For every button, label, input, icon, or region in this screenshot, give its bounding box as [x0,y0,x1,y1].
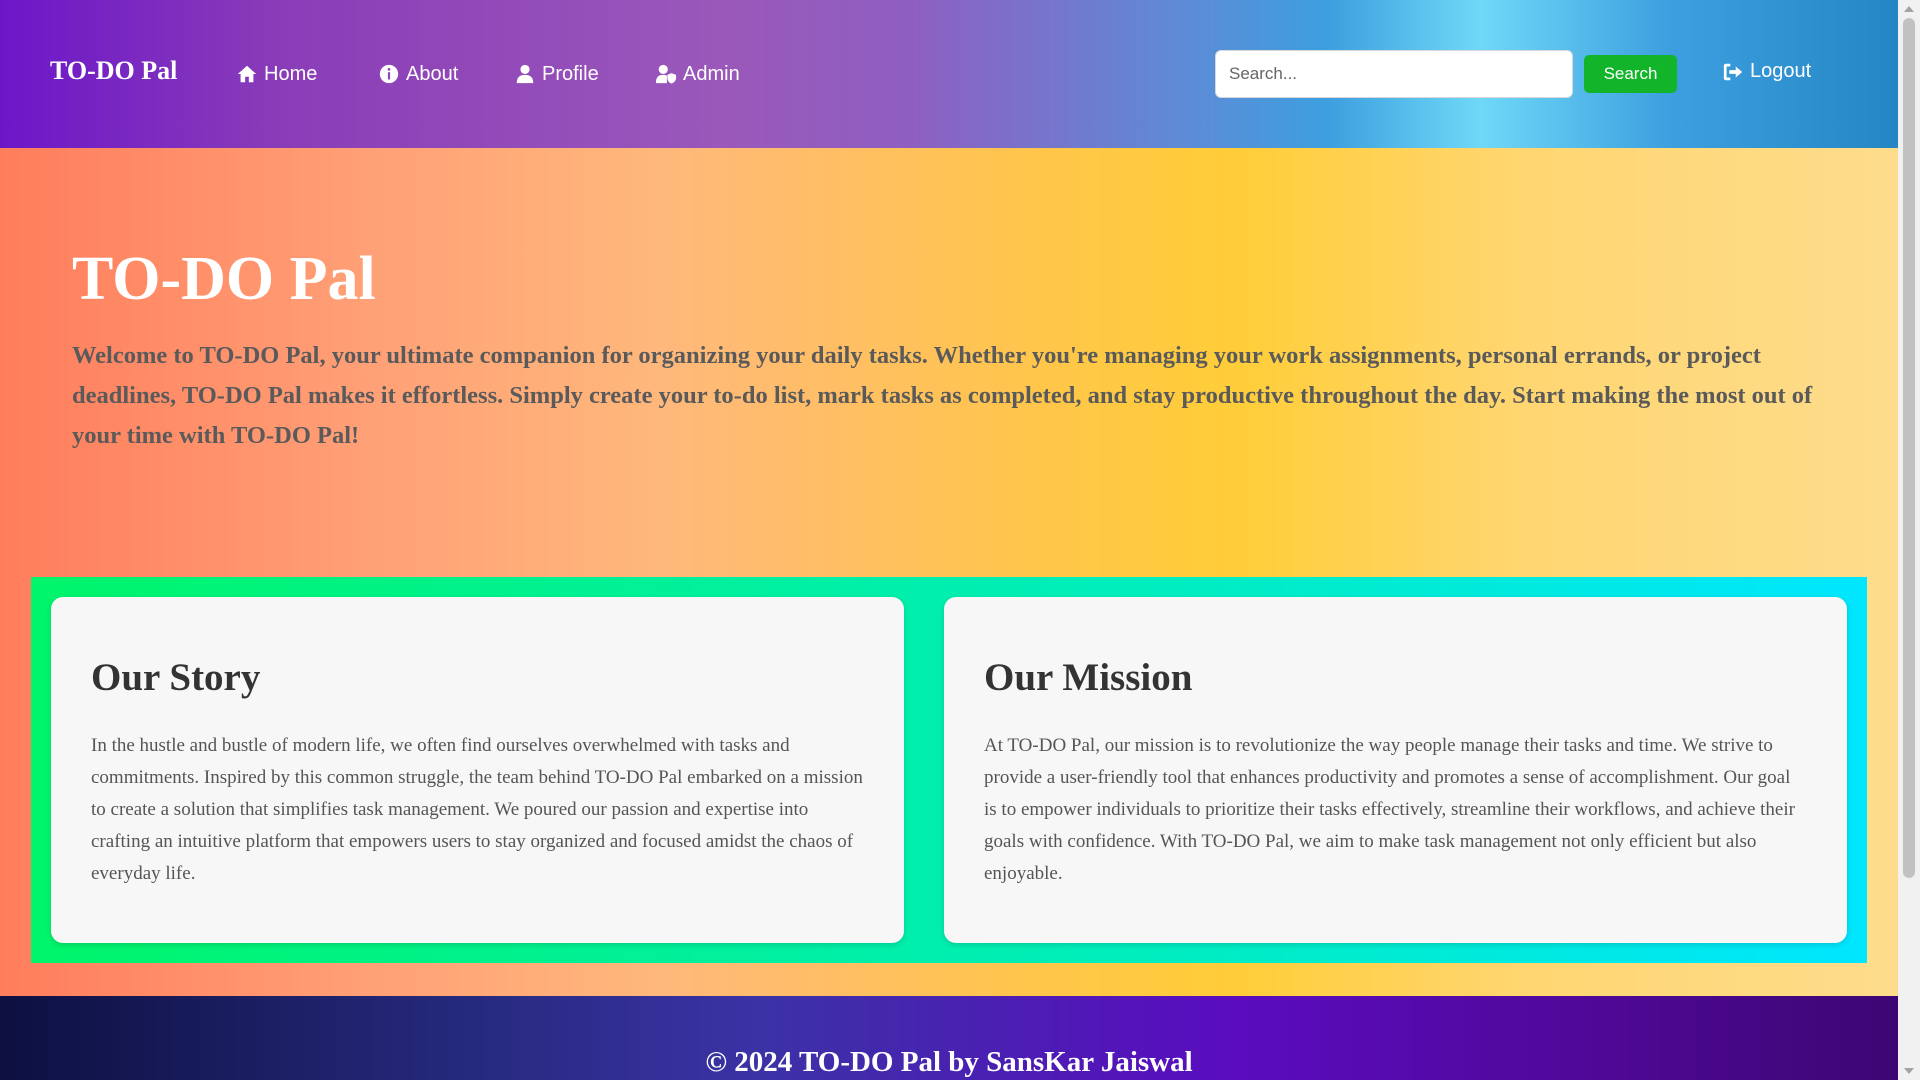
about-cards-band: Our Story In the hustle and bustle of mo… [31,577,1867,963]
top-navbar: TO-DO Pal Home About Profile Admin Searc… [0,0,1898,148]
nav-link-profile-label: Profile [542,62,599,85]
scroll-down-arrow-icon[interactable] [1904,1068,1914,1074]
nav-link-admin[interactable]: Admin [655,60,740,88]
hero-section: TO-DO Pal Welcome to TO-DO Pal, your ult… [0,148,1898,996]
story-card-title: Our Story [91,656,261,699]
logout-icon [1723,63,1743,80]
home-icon [237,65,257,83]
nav-link-home[interactable]: Home [236,60,317,88]
user-icon [516,64,534,84]
scroll-up-arrow-icon[interactable] [1904,6,1914,12]
story-card-text: In the hustle and bustle of modern life,… [91,735,863,884]
nav-link-profile[interactable]: Profile [514,60,599,88]
hero-description: Welcome to TO-DO Pal, your ultimate comp… [72,342,1813,449]
mission-card: Our Mission At TO-DO Pal, our mission is… [944,597,1847,943]
story-card: Our Story In the hustle and bustle of mo… [51,597,904,943]
footer-copyright: © 2024 TO-DO Pal by SansKar Jaiswal [705,1046,1193,1078]
nav-link-home-label: Home [264,62,318,85]
search-button[interactable]: Search [1584,55,1677,93]
user-shield-icon [655,64,677,84]
info-icon [379,64,399,84]
logout-link[interactable]: Logout [1722,60,1811,83]
mission-card-text: At TO-DO Pal, our mission is to revoluti… [984,735,1795,884]
nav-link-admin-label: Admin [683,62,740,85]
nav-link-about[interactable]: About [378,60,458,88]
brand-logo[interactable]: TO-DO Pal [50,56,177,86]
footer: © 2024 TO-DO Pal by SansKar Jaiswal [0,996,1898,1080]
scrollbar-thumb[interactable] [1903,18,1915,878]
nav-link-about-label: About [406,62,459,85]
logout-label: Logout [1750,60,1812,82]
hero-title: TO-DO Pal [72,245,376,313]
search-input[interactable] [1215,50,1573,98]
vertical-scrollbar[interactable] [1898,0,1920,1080]
mission-card-title: Our Mission [984,656,1193,699]
